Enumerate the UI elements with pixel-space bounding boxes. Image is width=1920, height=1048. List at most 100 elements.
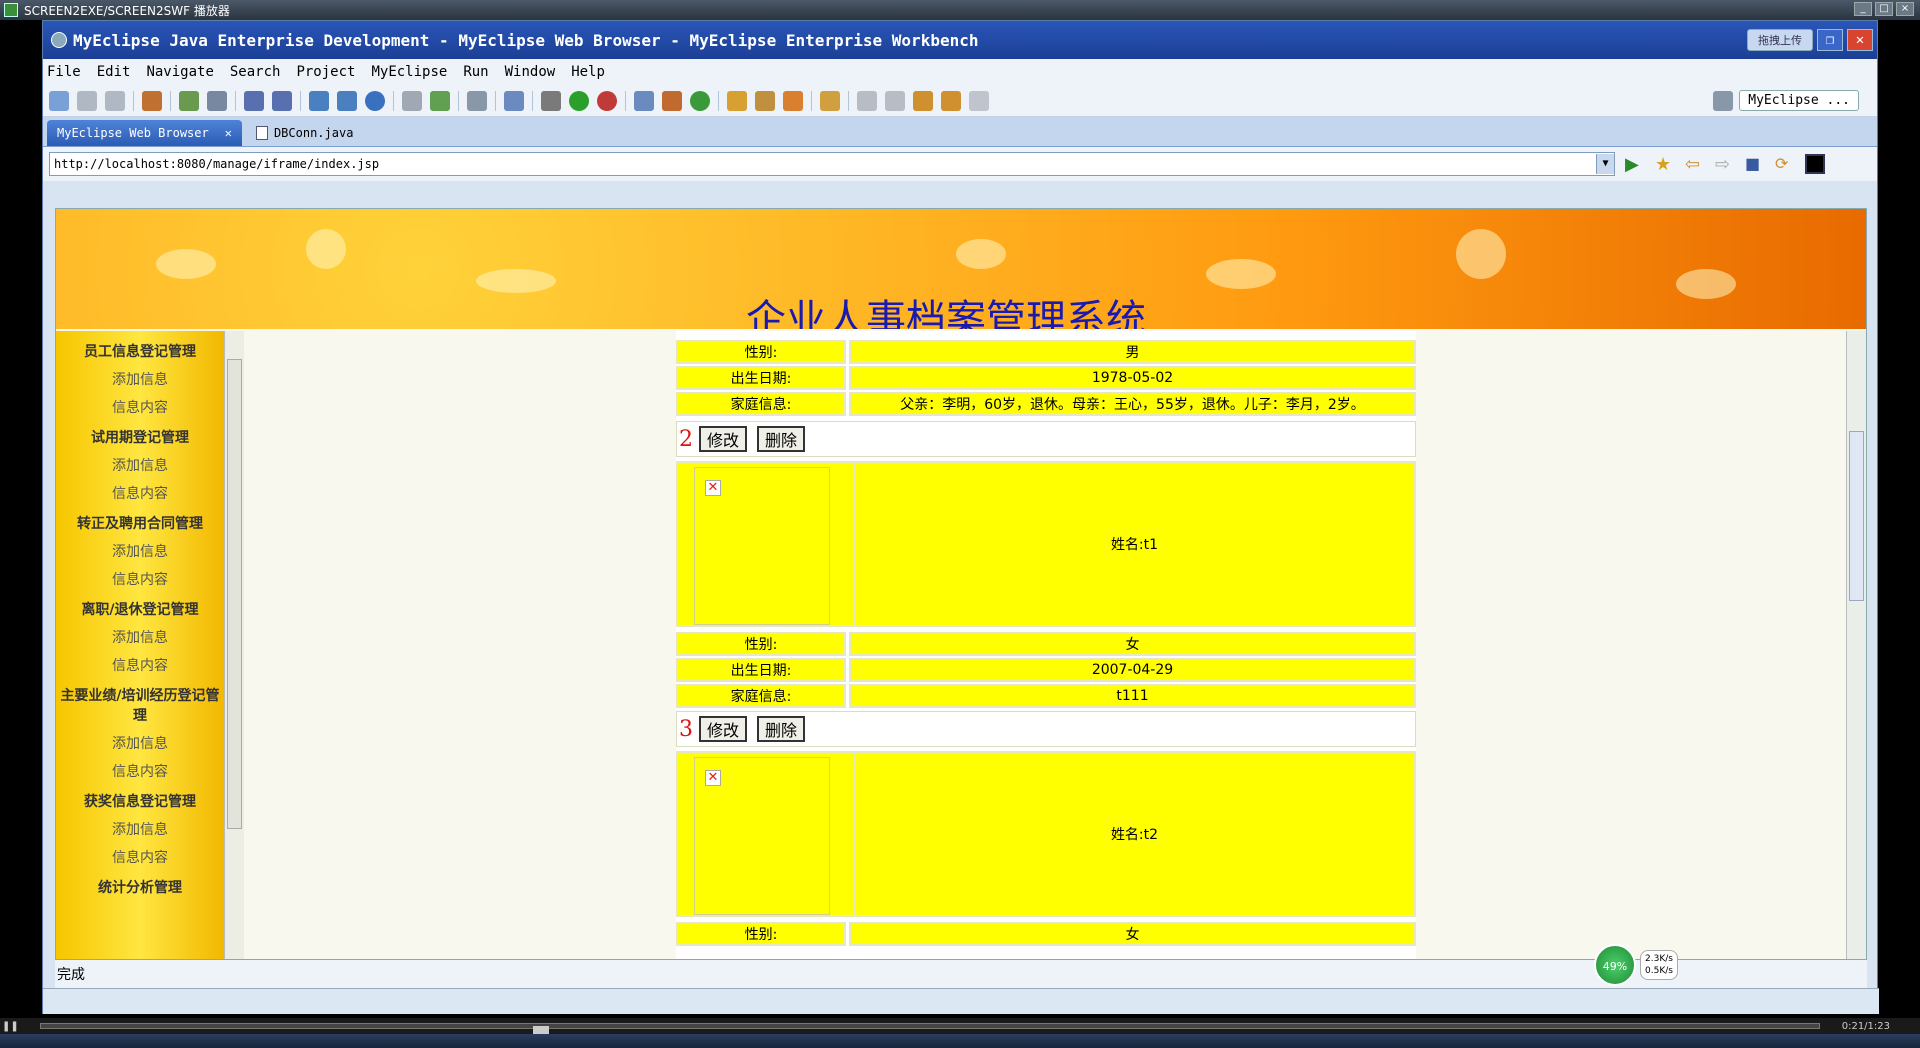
menu-file[interactable]: File [47,64,81,80]
favorites-icon[interactable]: ★ [1655,154,1675,175]
delete-button[interactable]: 删除 [757,716,806,742]
tab-label: MyEclipse Web Browser [57,126,209,140]
menu-navigate[interactable]: Navigate [146,64,213,80]
wizard-icon[interactable] [504,90,524,111]
maximize-icon[interactable]: □ [1875,2,1893,16]
sidebar-heading: 员工信息登记管理 [84,344,196,360]
minimize-icon[interactable]: _ [1854,2,1872,16]
page-scroll-thumb[interactable] [1849,431,1864,601]
reload-icon[interactable]: ⟳ [1775,154,1795,174]
perspective-button[interactable]: MyEclipse ... [1739,90,1859,111]
record-number: 3 [679,716,693,742]
package-icon[interactable] [142,90,162,111]
new-package-icon[interactable] [662,90,682,111]
menu-project[interactable]: Project [296,64,355,80]
field-label: 性别: [676,340,846,364]
network-monitor[interactable]: 49% 2.3K/s 0.5K/s [1594,944,1678,986]
stop-icon[interactable]: ■ [1745,154,1765,174]
close-tab-icon[interactable]: ✕ [225,126,232,140]
run-icon[interactable] [569,90,589,111]
forward-nav-icon[interactable]: ⇨ [1715,154,1735,175]
sidebar-scroll-thumb[interactable] [227,359,242,829]
back-icon[interactable] [941,90,961,111]
page-scrollbar[interactable] [1846,331,1866,959]
open-type-icon[interactable] [727,90,747,111]
menu-help[interactable]: Help [571,64,605,80]
download-speed: 0.5K/s [1645,966,1673,976]
photo-frame: ✕ [694,757,830,915]
sidebar-group: 试用期登记管理 添加信息 信息内容 [56,417,224,503]
chevron-down-icon[interactable]: ▼ [1596,154,1614,174]
tab-web-browser[interactable]: MyEclipse Web Browser ✕ [47,120,242,146]
task-icon[interactable] [783,90,803,111]
field-value: 2007-04-29 [849,658,1416,682]
debug-icon[interactable] [179,90,199,111]
sidebar-item-list[interactable]: 信息内容 [56,847,224,867]
last-edit-icon[interactable] [913,90,933,111]
restore-window-icon[interactable]: ❐ [1817,29,1843,51]
close-window-icon[interactable]: ✕ [1847,29,1873,51]
deploy-icon[interactable] [244,90,264,111]
save-icon[interactable] [77,90,97,111]
undeploy-icon[interactable] [272,90,292,111]
field-value: 1978-05-02 [849,366,1416,390]
upload-button[interactable]: 拖拽上传 [1747,29,1813,51]
sidebar-item-add[interactable]: 添加信息 [56,369,224,389]
new-icon[interactable] [49,90,69,111]
close-icon[interactable]: × [1896,2,1914,16]
menu-edit[interactable]: Edit [97,64,131,80]
view-source-icon[interactable] [1805,154,1825,174]
camera-icon[interactable] [467,90,487,111]
search-tool-icon[interactable] [755,90,775,111]
go-icon[interactable]: ▶ [1625,154,1645,175]
edit-button[interactable]: 修改 [699,716,748,742]
forward-icon[interactable] [969,90,989,111]
net-usage: 49% [1594,944,1636,986]
url-field[interactable]: http://localhost:8080/manage/iframe/inde… [49,152,1615,176]
sidebar-item-add[interactable]: 添加信息 [56,455,224,475]
pause-icon[interactable]: ❚❚ [2,1021,19,1032]
sidebar-item-list[interactable]: 信息内容 [56,655,224,675]
open-folder-icon[interactable] [402,90,422,111]
open-perspective-icon[interactable] [1713,90,1734,111]
menu-window[interactable]: Window [505,64,556,80]
player-title: SCREEN2EXE/SCREEN2SWF 播放器 [24,3,230,18]
seek-bar[interactable] [40,1023,1820,1038]
refresh-icon[interactable] [690,90,710,111]
menu-search[interactable]: Search [230,64,281,80]
folder-icon[interactable] [820,90,840,111]
record-name: 姓名:t1 [853,463,1414,625]
sidebar-item-list[interactable]: 信息内容 [56,397,224,417]
edit-button[interactable]: 修改 [699,426,748,452]
menu-run[interactable]: Run [463,64,488,80]
sidebar-item-list[interactable]: 信息内容 [56,761,224,781]
sidebar-item-add[interactable]: 添加信息 [56,733,224,753]
browser-toolbar: http://localhost:8080/manage/iframe/inde… [43,147,1877,181]
sidebar-item-add[interactable]: 添加信息 [56,627,224,647]
broken-image-icon: ✕ [705,770,721,786]
settings-icon[interactable] [541,90,561,111]
web-project-icon[interactable] [309,90,329,111]
sidebar-item-list[interactable]: 信息内容 [56,483,224,503]
next-annotation-icon[interactable] [857,90,877,111]
record-photo-block: ✕ 姓名:t1 [676,461,1416,627]
sidebar-item-list[interactable]: 信息内容 [56,569,224,589]
add-file-icon[interactable] [430,90,450,111]
new-class-icon[interactable] [634,90,654,111]
prev-annotation-icon[interactable] [885,90,905,111]
sidebar-item-add[interactable]: 添加信息 [56,541,224,561]
field-value: t111 [849,684,1416,708]
sidebar-scrollbar[interactable] [224,331,244,959]
external-tools-icon[interactable] [597,90,617,111]
sidebar-item-add[interactable]: 添加信息 [56,819,224,839]
editor-tabs: MyEclipse Web Browser ✕ DBConn.java [43,117,1877,147]
menu-myeclipse[interactable]: MyEclipse [371,64,447,80]
run-server-icon[interactable] [337,90,357,111]
globe-icon[interactable] [365,90,385,111]
window-titlebar: MyEclipse Java Enterprise Development - … [43,21,1877,59]
tab-dbconn[interactable]: DBConn.java [246,120,363,146]
server-icon[interactable] [207,90,227,111]
back-nav-icon[interactable]: ⇦ [1685,154,1705,175]
print-icon[interactable] [105,90,125,111]
delete-button[interactable]: 删除 [757,426,806,452]
